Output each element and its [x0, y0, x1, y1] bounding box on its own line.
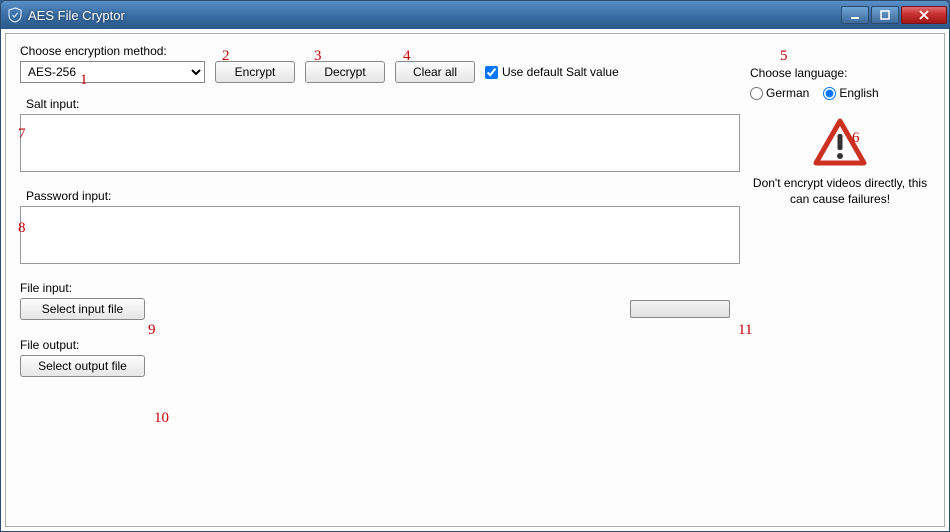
- app-window: AES File Cryptor Choose encryption metho…: [0, 0, 950, 532]
- decrypt-button[interactable]: Decrypt: [305, 61, 385, 83]
- default-salt-checkbox[interactable]: [485, 66, 498, 79]
- method-label: Choose encryption method:: [20, 44, 205, 58]
- language-english[interactable]: English: [823, 86, 878, 100]
- side-column: Choose language: German English Don't: [750, 44, 930, 516]
- salt-label: Salt input:: [26, 97, 740, 111]
- password-label: Password input:: [26, 189, 740, 203]
- language-label: Choose language:: [750, 66, 930, 80]
- window-title: AES File Cryptor: [28, 8, 841, 23]
- file-output-row: Select output file: [20, 355, 740, 377]
- progress-bar: [630, 300, 730, 318]
- close-button[interactable]: [901, 6, 947, 24]
- maximize-button[interactable]: [871, 6, 899, 24]
- shield-icon: [7, 7, 23, 23]
- window-controls: [841, 6, 947, 24]
- warning-icon: [750, 118, 930, 168]
- method-group: Choose encryption method: AES-256: [20, 44, 205, 83]
- file-input-label: File input:: [20, 281, 740, 295]
- language-options: German English: [750, 86, 930, 100]
- clear-all-button[interactable]: Clear all: [395, 61, 475, 83]
- default-salt-checkbox-wrap[interactable]: Use default Salt value: [485, 61, 619, 83]
- minimize-button[interactable]: [841, 6, 869, 24]
- salt-input[interactable]: [20, 114, 740, 172]
- encryption-method-select[interactable]: AES-256: [20, 61, 205, 83]
- warning-text: Don't encrypt videos directly, this can …: [750, 176, 930, 207]
- titlebar[interactable]: AES File Cryptor: [1, 1, 949, 29]
- radio-german[interactable]: [750, 87, 763, 100]
- encrypt-button[interactable]: Encrypt: [215, 61, 295, 83]
- language-german[interactable]: German: [750, 86, 809, 100]
- top-controls-row: Choose encryption method: AES-256 Encryp…: [20, 44, 740, 83]
- default-salt-label: Use default Salt value: [502, 65, 619, 79]
- client-area: Choose encryption method: AES-256 Encryp…: [5, 33, 945, 527]
- file-output-label: File output:: [20, 338, 740, 352]
- select-input-file-button[interactable]: Select input file: [20, 298, 145, 320]
- main-column: Choose encryption method: AES-256 Encryp…: [20, 44, 750, 516]
- radio-english[interactable]: [823, 87, 836, 100]
- select-output-file-button[interactable]: Select output file: [20, 355, 145, 377]
- file-input-row: Select input file: [20, 298, 740, 320]
- password-input[interactable]: [20, 206, 740, 264]
